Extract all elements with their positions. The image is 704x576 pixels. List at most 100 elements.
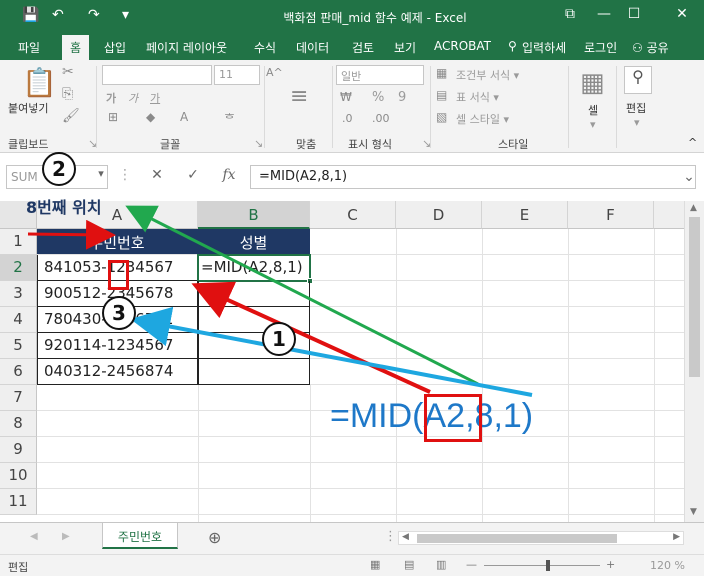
scroll-down-icon[interactable]: ▼ <box>690 507 697 517</box>
sheet-tab[interactable]: 주민번호 <box>102 523 178 549</box>
worksheet-grid[interactable]: A B C D E F 1 2 3 4 5 6 7 8 9 10 11 주민번호… <box>0 201 684 522</box>
close-icon[interactable]: ✕ <box>672 6 692 22</box>
row-header[interactable]: 5 <box>0 333 37 359</box>
ribbon-display-icon[interactable]: ⧉ <box>560 6 580 22</box>
redo-icon[interactable]: ↷ <box>88 7 100 23</box>
percent-button[interactable]: % <box>372 90 384 105</box>
column-header-c[interactable]: C <box>310 201 396 229</box>
clipboard-icon[interactable]: 📋 <box>22 66 57 99</box>
formula-input[interactable]: =MID(A2,8,1) <box>250 165 696 189</box>
maximize-icon[interactable]: ☐ <box>624 6 644 22</box>
find-icon[interactable]: ⚲ <box>624 66 652 94</box>
page-break-view-icon[interactable]: ▥ <box>436 558 446 571</box>
editing-dropdown-icon[interactable]: ▾ <box>634 116 640 129</box>
tab-acrobat[interactable]: ACROBAT <box>434 39 491 53</box>
row-header[interactable]: 1 <box>0 229 37 255</box>
number-format-combo[interactable]: 일반 <box>336 65 424 85</box>
cell-a6[interactable]: 040312-2456874 <box>37 359 198 385</box>
tab-review[interactable]: 검토 <box>352 39 374 56</box>
cut-icon[interactable]: ✂ <box>62 64 74 80</box>
font-size-combo[interactable]: 11 <box>214 65 260 85</box>
tab-file[interactable]: 파일 <box>18 39 40 56</box>
add-sheet-icon[interactable]: ⊕ <box>208 528 221 547</box>
row-header[interactable]: 11 <box>0 489 37 515</box>
row-header[interactable]: 3 <box>0 281 37 307</box>
customize-toolbar-icon[interactable]: ▾ <box>122 7 129 23</box>
scroll-left-icon[interactable]: ◀ <box>402 532 409 542</box>
tab-formulas[interactable]: 수식 <box>254 39 276 56</box>
insert-function-icon[interactable]: fx <box>218 167 240 183</box>
cancel-icon[interactable]: ✕ <box>146 167 168 183</box>
cell-a5[interactable]: 920114-1234567 <box>37 333 198 359</box>
prev-sheet-icon[interactable]: ◀ <box>30 531 38 542</box>
cell-b1[interactable]: 성별 <box>198 229 310 255</box>
tab-view[interactable]: 보기 <box>394 39 416 56</box>
tell-me-icon[interactable]: ⚲ <box>508 39 517 53</box>
row-header[interactable]: 10 <box>0 463 37 489</box>
alignment-icon[interactable]: ≡ <box>290 84 308 109</box>
horizontal-scrollbar[interactable]: ◀ ▶ <box>398 531 684 545</box>
copy-icon[interactable]: ⎘ <box>62 86 73 102</box>
font-color-icon[interactable]: A <box>180 110 188 124</box>
expand-formula-icon[interactable]: ⌄ <box>678 169 700 185</box>
font-launcher-icon[interactable]: ↘ <box>254 137 263 150</box>
row-header[interactable]: 2 <box>0 255 37 281</box>
underline-button[interactable]: 가 <box>150 90 160 106</box>
table-format-icon[interactable]: ▤ <box>436 88 447 102</box>
zoom-slider[interactable] <box>484 560 600 571</box>
row-header[interactable]: 8 <box>0 411 37 437</box>
column-header-b[interactable]: B <box>198 201 310 229</box>
vertical-scrollbar[interactable]: ▲ ▼ <box>684 201 704 522</box>
column-header-e[interactable]: E <box>482 201 568 229</box>
editing-button[interactable]: 편집 <box>626 100 646 116</box>
cell-a1[interactable]: 주민번호 <box>37 229 198 255</box>
decrease-decimal-icon[interactable]: .00 <box>372 112 390 125</box>
zoom-slider-thumb[interactable] <box>546 560 550 571</box>
tab-data[interactable]: 데이터 <box>296 39 329 56</box>
currency-icon[interactable]: ₩ <box>340 90 352 104</box>
zoom-out-button[interactable]: — <box>466 558 477 571</box>
horizontal-scroll-thumb[interactable] <box>417 534 617 543</box>
tell-me-box[interactable]: 입력하세 <box>522 39 566 56</box>
next-sheet-icon[interactable]: ▶ <box>62 531 70 542</box>
scroll-right-icon[interactable]: ▶ <box>673 532 680 542</box>
table-format-button[interactable]: 표 서식 ▾ <box>456 89 499 105</box>
cell-style-button[interactable]: 셀 스타일 ▾ <box>456 111 509 127</box>
row-header[interactable]: 9 <box>0 437 37 463</box>
cell-style-icon[interactable]: ▧ <box>436 110 447 124</box>
font-name-combo[interactable] <box>102 65 212 85</box>
name-box-dropdown-icon[interactable]: ▾ <box>90 167 112 180</box>
phonetic-icon[interactable]: ᄒ <box>224 110 235 127</box>
paste-button[interactable]: 붙여넣기 <box>8 100 48 116</box>
fill-color-icon[interactable]: ◆ <box>146 110 155 124</box>
increase-decimal-icon[interactable]: .0 <box>342 112 353 125</box>
format-painter-icon[interactable]: 🖌 <box>62 108 80 124</box>
cells-button[interactable]: 셀 <box>588 102 598 118</box>
collapse-ribbon-icon[interactable]: ^ <box>688 136 697 149</box>
conditional-format-icon[interactable]: ▦ <box>436 66 447 80</box>
column-header-d[interactable]: D <box>396 201 482 229</box>
cell-b3[interactable] <box>198 281 310 307</box>
column-header-g[interactable] <box>654 201 684 229</box>
column-header-f[interactable]: F <box>568 201 654 229</box>
normal-view-icon[interactable]: ▦ <box>370 558 380 571</box>
italic-button[interactable]: 가 <box>128 90 138 106</box>
undo-icon[interactable]: ↶ <box>52 7 64 23</box>
bold-button[interactable]: 가 <box>106 90 116 106</box>
share-button[interactable]: ⚇ 공유 <box>632 39 669 56</box>
page-layout-view-icon[interactable]: ▤ <box>404 558 414 571</box>
scroll-thumb[interactable] <box>689 217 700 377</box>
save-icon[interactable]: 💾 <box>22 7 39 23</box>
cells-dropdown-icon[interactable]: ▾ <box>590 118 596 131</box>
cell-b2[interactable]: =MID(A2,8,1) <box>197 254 313 284</box>
comma-button[interactable]: 9 <box>398 90 406 105</box>
conditional-format-button[interactable]: 조건부 서식 ▾ <box>456 67 519 83</box>
cell-b6[interactable] <box>198 359 310 385</box>
enter-icon[interactable]: ✓ <box>182 167 204 183</box>
row-header[interactable]: 7 <box>0 385 37 411</box>
zoom-level[interactable]: 120 % <box>650 559 685 572</box>
scroll-up-icon[interactable]: ▲ <box>690 203 697 213</box>
border-icon[interactable]: ⊞ <box>108 110 118 124</box>
tab-insert[interactable]: 삽입 <box>104 39 126 56</box>
cells-icon[interactable]: ▦ <box>580 68 605 98</box>
